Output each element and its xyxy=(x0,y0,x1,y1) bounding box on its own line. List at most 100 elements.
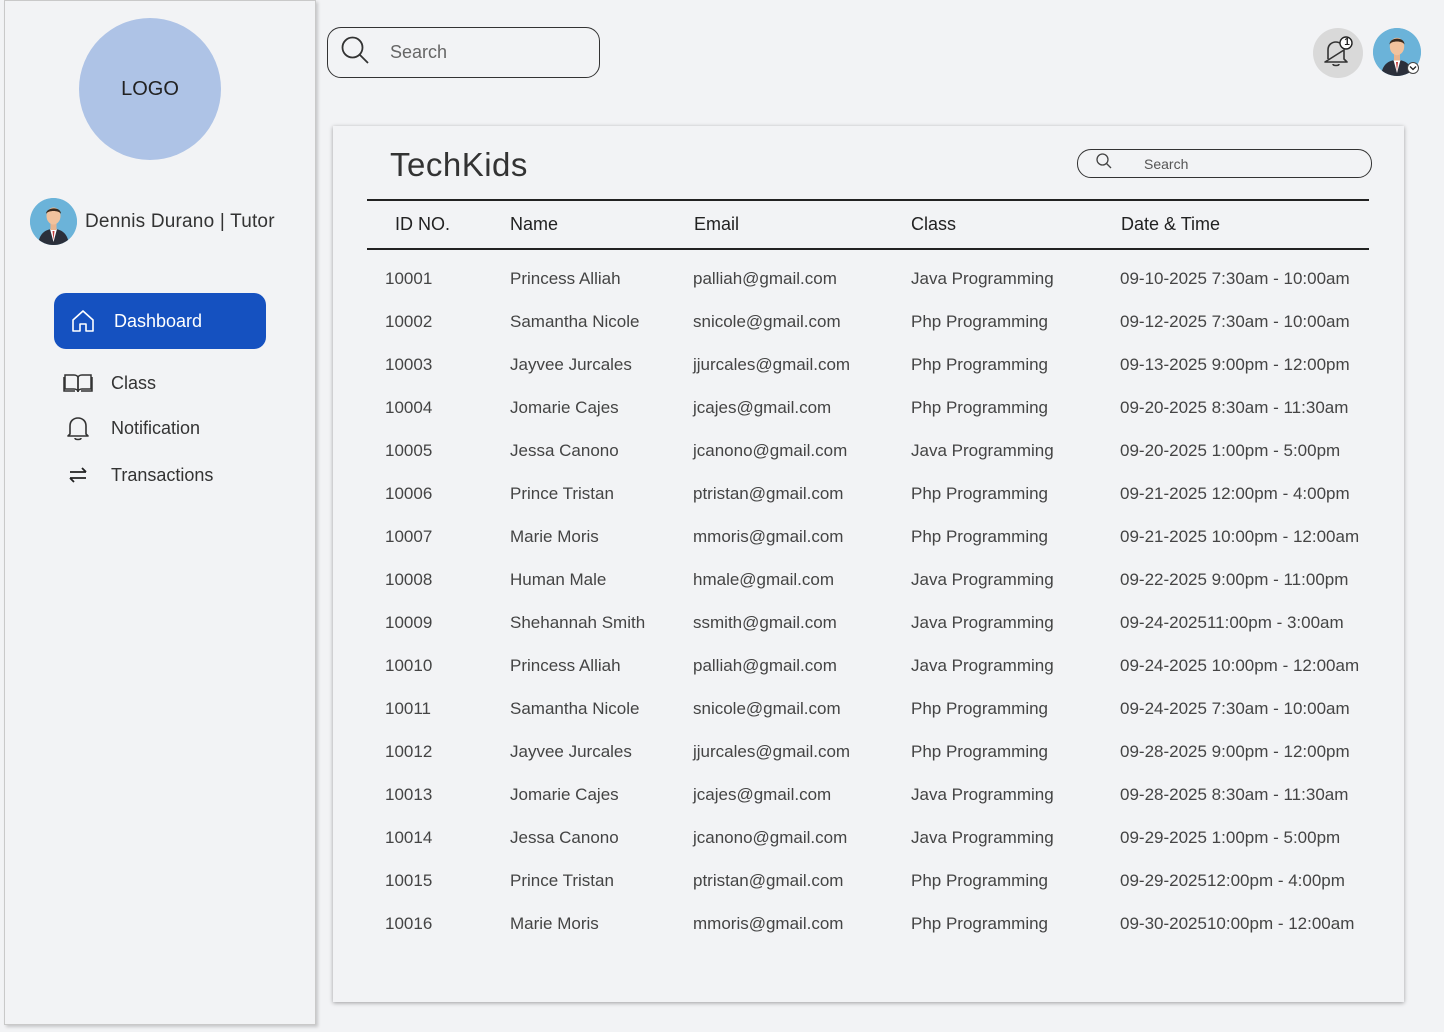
cell-class: Php Programming xyxy=(911,699,1049,718)
cell-id: 10008 xyxy=(385,570,433,589)
cell-email: palliah@gmail.com xyxy=(693,656,837,675)
table-row[interactable]: 10009 Shehannah Smith ssmith@gmail.com Java… xyxy=(333,613,1404,656)
cell-class: Php Programming xyxy=(911,484,1049,503)
cell-name: Jessa Canono xyxy=(510,441,619,460)
column-header-email: Email xyxy=(694,214,740,234)
logo[interactable]: LOGO xyxy=(79,18,221,160)
search-input[interactable]: Search xyxy=(327,27,600,78)
cell-date-time: 09-21-2025 12:00pm - 4:00pm xyxy=(1120,484,1350,503)
cell-date-time: 09-28-2025 8:30am - 11:30am xyxy=(1120,785,1349,804)
cell-email: jcajes@gmail.com xyxy=(693,398,832,417)
cell-email: mmoris@gmail.com xyxy=(693,527,844,546)
cell-date-time: 09-29-202512:00pm - 4:00pm xyxy=(1120,871,1345,890)
cell-email: palliah@gmail.com xyxy=(693,269,837,288)
column-header-class: Class xyxy=(911,214,957,234)
sidebar: LOGO Dennis Durano | Tutor Dashboard Cla… xyxy=(4,0,316,1025)
sidebar-item-notification[interactable]: Notification xyxy=(63,413,200,443)
sidebar-item-class[interactable]: Class xyxy=(63,368,156,398)
cell-class: Php Programming xyxy=(911,742,1049,761)
cell-id: 10015 xyxy=(385,871,433,890)
table-row[interactable]: 10005 Jessa Canono jcanono@gmail.com Java P… xyxy=(333,441,1404,484)
cell-name: Human Male xyxy=(510,570,607,589)
cell-id: 10013 xyxy=(385,785,433,804)
cell-email: jcanono@gmail.com xyxy=(693,441,848,460)
table-row[interactable]: 10003 Jayvee Jurcales jjurcales@gmail.com P… xyxy=(333,355,1404,398)
table-row[interactable]: 10011 Samantha Nicole snicole@gmail.com Php… xyxy=(333,699,1404,742)
avatar xyxy=(30,198,77,245)
notification-count: 1 xyxy=(1344,37,1350,48)
table-row[interactable]: 10002 Samantha Nicole snicole@gmail.com Php… xyxy=(333,312,1404,355)
cell-date-time: 09-12-2025 7:30am - 10:00am xyxy=(1120,312,1350,331)
cell-id: 10002 xyxy=(385,312,433,331)
table-row[interactable]: 10001 Princess Alliah palliah@gmail.com Jav… xyxy=(333,269,1404,312)
cell-name: Prince Tristan xyxy=(510,871,614,890)
table-row[interactable]: 10012 Jayvee Jurcales jjurcales@gmail.com P… xyxy=(333,742,1404,785)
sidebar-item-dashboard[interactable]: Dashboard xyxy=(54,293,266,349)
header-bottom-divider xyxy=(367,248,1369,250)
cell-class: Java Programming xyxy=(911,828,1054,847)
cell-name: Princess Alliah xyxy=(510,269,621,288)
cell-id: 10001 xyxy=(385,269,433,288)
cell-name: Jessa Canono xyxy=(510,828,619,847)
cell-class: Php Programming xyxy=(911,914,1049,933)
cell-email: snicole@gmail.com xyxy=(693,312,841,331)
cell-name: Jayvee Jurcales xyxy=(510,742,632,761)
table-row[interactable]: 10006 Prince Tristan ptristan@gmail.com Php… xyxy=(333,484,1404,527)
profile-name: Dennis Durano | Tutor xyxy=(85,210,275,232)
table-row[interactable]: 10015 Prince Tristan ptristan@gmail.com Php… xyxy=(333,871,1404,914)
sidebar-item-transactions[interactable]: Transactions xyxy=(63,460,213,490)
cell-date-time: 09-29-2025 1:00pm - 5:00pm xyxy=(1120,828,1341,847)
cell-date-time: 09-20-2025 8:30am - 11:30am xyxy=(1120,398,1349,417)
table-row[interactable]: 10007 Marie Moris mmoris@gmail.com Php Prog… xyxy=(333,527,1404,570)
cell-date-time: 09-21-2025 10:00pm - 12:00am xyxy=(1120,527,1360,546)
cell-id: 10009 xyxy=(385,613,433,632)
search-icon xyxy=(340,35,370,70)
cell-name: Jayvee Jurcales xyxy=(510,355,632,374)
user-menu-button[interactable] xyxy=(1373,28,1421,76)
cell-date-time: 09-20-2025 1:00pm - 5:00pm xyxy=(1120,441,1341,460)
cell-date-time: 09-22-2025 9:00pm - 11:00pm xyxy=(1120,570,1349,589)
cell-class: Java Programming xyxy=(911,656,1054,675)
book-icon xyxy=(63,368,93,398)
table-search-input[interactable]: Search xyxy=(1077,149,1372,178)
cell-id: 10016 xyxy=(385,914,433,933)
cell-name: Jomarie Cajes xyxy=(510,398,619,417)
sidebar-item-label: Transactions xyxy=(111,464,214,485)
cell-id: 10004 xyxy=(385,398,433,417)
cell-id: 10010 xyxy=(385,656,433,675)
cell-date-time: 09-13-2025 9:00pm - 12:00pm xyxy=(1120,355,1350,374)
cell-class: Php Programming xyxy=(911,312,1049,331)
bell-icon xyxy=(63,413,93,443)
sidebar-item-label: Dashboard xyxy=(114,310,203,331)
cell-email: ptristan@gmail.com xyxy=(693,484,844,503)
cell-class: Java Programming xyxy=(911,785,1054,804)
cell-date-time: 09-10-2025 7:30am - 10:00am xyxy=(1120,269,1350,288)
search-icon xyxy=(1096,153,1112,174)
header-top-divider xyxy=(367,199,1369,201)
table-row[interactable]: 10010 Princess Alliah palliah@gmail.com Jav… xyxy=(333,656,1404,699)
cell-email: ssmith@gmail.com xyxy=(693,613,837,632)
user-profile[interactable]: Dennis Durano | Tutor xyxy=(30,198,275,245)
cell-id: 10003 xyxy=(385,355,433,374)
cell-id: 10005 xyxy=(385,441,433,460)
cell-id: 10011 xyxy=(385,699,432,718)
cell-name: Jomarie Cajes xyxy=(510,785,619,804)
cell-email: ptristan@gmail.com xyxy=(693,871,844,890)
cell-id: 10007 xyxy=(385,527,433,546)
cell-name: Shehannah Smith xyxy=(510,613,646,632)
cell-name: Samantha Nicole xyxy=(510,312,640,331)
cell-class: Php Programming xyxy=(911,871,1049,890)
logo-text: LOGO xyxy=(121,77,179,100)
cell-name: Marie Moris xyxy=(510,914,599,933)
column-header-date-time: Date & Time xyxy=(1121,214,1221,234)
table-row[interactable]: 10004 Jomarie Cajes jcajes@gmail.com Php Pr… xyxy=(333,398,1404,441)
table-row[interactable]: 10014 Jessa Canono jcanono@gmail.com Java P… xyxy=(333,828,1404,871)
table-row[interactable]: 10013 Jomarie Cajes jcajes@gmail.com Java P… xyxy=(333,785,1404,828)
cell-date-time: 09-28-2025 9:00pm - 12:00pm xyxy=(1120,742,1350,761)
cell-date-time: 09-24-2025 10:00pm - 12:00am xyxy=(1120,656,1360,675)
search-placeholder: Search xyxy=(390,42,448,62)
cell-date-time: 09-24-2025 7:30am - 10:00am xyxy=(1120,699,1350,718)
notification-button[interactable]: 1 xyxy=(1313,28,1363,78)
table-row[interactable]: 10016 Marie Moris mmoris@gmail.com Php Prog… xyxy=(333,914,1404,957)
table-row[interactable]: 10008 Human Male hmale@gmail.com Java Progr… xyxy=(333,570,1404,613)
